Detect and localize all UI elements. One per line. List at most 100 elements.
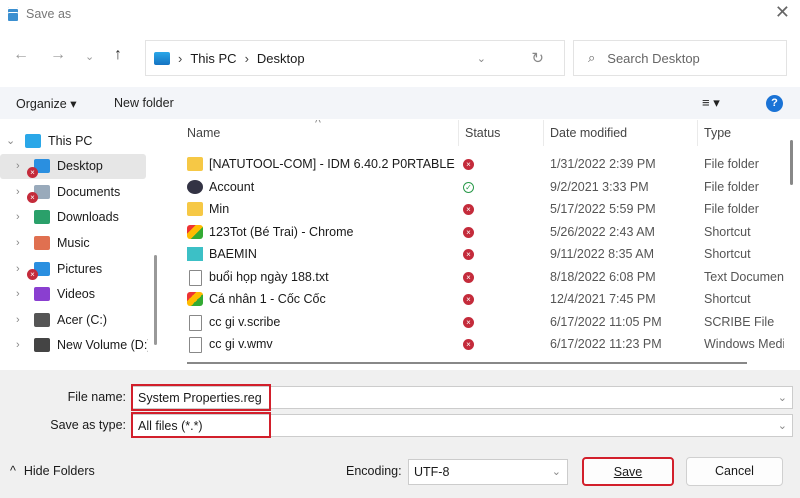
save-type-label-text: Save as type:	[50, 418, 126, 432]
file-name: cc gi v.wmv	[209, 337, 273, 351]
chevron-icon[interactable]: ›	[16, 288, 20, 300]
table-row[interactable]: cc gi v.wmv × 6/17/2022 11:23 PM Windows Me…	[165, 333, 785, 355]
chevron-icon[interactable]: ›	[16, 314, 20, 326]
refresh-icon[interactable]: ↻	[531, 49, 544, 67]
sidebar-item-this-pc[interactable]: ⌄ This PC	[0, 128, 146, 153]
recent-locations-button[interactable]: ⌄	[85, 50, 94, 63]
shortcut-icon	[187, 224, 203, 239]
table-row[interactable]: [NATUTOOL-COM] - IDM 6.40.2 P0RTABLE × 1/3…	[165, 153, 785, 175]
chevron-icon[interactable]: ›	[16, 237, 20, 249]
chevron-icon[interactable]: ›	[16, 186, 20, 198]
save-button[interactable]: Save	[582, 457, 674, 486]
file-list: ^ Name Status Date modified Type [NATUTO…	[165, 120, 785, 370]
column-header-type[interactable]: Type	[704, 126, 731, 140]
chevron-icon[interactable]: ›	[16, 160, 20, 172]
breadcrumb-this-pc[interactable]: This PC	[190, 51, 236, 66]
file-type: File folder	[704, 179, 759, 194]
sidebar-scrollbar[interactable]	[154, 255, 157, 345]
search-input[interactable]: ⌕ Search Desktop	[573, 40, 787, 76]
sidebar-item-acer-c-[interactable]: › Acer (C:)	[0, 307, 146, 332]
column-header-date[interactable]: Date modified	[550, 126, 627, 140]
file-name: Min	[209, 202, 230, 216]
sidebar-item-label: Desktop	[57, 159, 103, 174]
sidebar-item-label: Downloads	[57, 210, 119, 225]
sidebar-item-documents[interactable]: › × Documents	[0, 179, 146, 204]
chevron-down-icon[interactable]: ⌄	[778, 391, 787, 404]
forward-button[interactable]: →	[50, 46, 66, 64]
column-divider[interactable]	[697, 120, 698, 146]
breadcrumb-desktop[interactable]: Desktop	[257, 51, 305, 66]
folder-icon	[187, 157, 203, 171]
address-bar[interactable]: › This PC › Desktop ⌄ ↻	[145, 40, 565, 76]
highlight-box	[131, 384, 271, 411]
shortcut-icon	[187, 292, 203, 306]
chevron-down-icon[interactable]: ⌄	[778, 419, 787, 432]
folder-icon	[34, 338, 50, 353]
notepad-icon	[8, 7, 18, 21]
horizontal-scrollbar[interactable]	[187, 362, 747, 364]
table-row[interactable]: Min × 5/17/2022 5:59 PM File folder	[165, 198, 785, 220]
sync-error-icon: ×	[463, 316, 474, 328]
chevron-icon[interactable]: ›	[16, 263, 20, 275]
sidebar-item-pictures[interactable]: › × Pictures	[0, 256, 146, 281]
encoding-label: Encoding:	[346, 464, 402, 478]
table-row[interactable]: Cá nhân 1 - Cốc Cốc × 12/4/2021 7:45 PM Sho…	[165, 288, 785, 310]
sidebar-item-label: Pictures	[57, 261, 103, 276]
new-folder-button[interactable]: New folder	[114, 96, 174, 110]
file-icon	[189, 269, 202, 286]
column-divider[interactable]	[543, 120, 544, 146]
help-icon[interactable]: ?	[766, 94, 783, 112]
chevron-right-icon: ›	[178, 50, 183, 66]
hide-folders-button[interactable]: ^ Hide Folders	[10, 464, 95, 478]
table-row[interactable]: Account ✓ 9/2/2021 3:33 PM File folder	[165, 176, 785, 198]
error-badge-icon: ×	[27, 166, 38, 178]
encoding-select[interactable]: UTF-8 ⌄	[408, 459, 568, 485]
file-list-scrollbar[interactable]	[790, 140, 793, 185]
navigation-pane: ⌄ This PC › × Desktop › × Documents › Downloads › M…	[0, 120, 148, 370]
sidebar-item-label: Videos	[57, 287, 95, 302]
close-button[interactable]: ✕	[775, 2, 790, 23]
file-date: 9/11/2022 8:35 AM	[550, 247, 655, 261]
column-divider[interactable]	[458, 120, 459, 146]
back-button[interactable]: ←	[13, 46, 29, 64]
chevron-icon[interactable]: ›	[16, 211, 20, 223]
column-header-status[interactable]: Status	[465, 126, 500, 140]
table-row[interactable]: buổi họp ngày 188.txt × 8/18/2022 6:08 PM T…	[165, 266, 785, 288]
sidebar-item-new-volume-d-[interactable]: › New Volume (D:)	[0, 333, 148, 358]
sidebar-item-videos[interactable]: › Videos	[0, 282, 146, 307]
table-row[interactable]: cc gi v.scribe × 6/17/2022 11:05 PM SCRIBE …	[165, 311, 785, 333]
file-date: 9/2/2021 3:33 PM	[550, 179, 649, 194]
search-icon: ⌕	[588, 50, 596, 65]
file-date: 12/4/2021 7:45 PM	[550, 292, 656, 306]
file-type: Windows Media	[704, 337, 784, 351]
up-button[interactable]: ↑	[114, 46, 122, 64]
sidebar-item-label: Documents	[57, 184, 121, 199]
chevron-icon[interactable]: ›	[16, 339, 20, 351]
table-row[interactable]: BAEMIN × 9/11/2022 8:35 AM Shortcut	[165, 243, 785, 265]
folder-icon	[34, 312, 50, 327]
sidebar-item-desktop[interactable]: › × Desktop	[0, 153, 146, 179]
folder-icon	[34, 210, 50, 225]
sync-error-icon: ×	[463, 294, 474, 305]
file-icon	[189, 337, 202, 353]
sidebar-item-music[interactable]: › Music	[0, 230, 146, 255]
sync-error-icon: ×	[463, 249, 474, 260]
chevron-icon[interactable]: ⌄	[6, 134, 15, 147]
file-date: 6/17/2022 11:05 PM	[550, 314, 662, 329]
search-placeholder: Search Desktop	[607, 50, 700, 66]
sidebar-item-label: New Volume (D:)	[57, 338, 148, 353]
view-options-button[interactable]: ≡ ▾	[702, 95, 720, 111]
save-type-label: Save as type:	[20, 418, 126, 432]
sync-error-icon: ×	[463, 271, 474, 283]
cancel-button[interactable]: Cancel	[686, 457, 783, 486]
file-name: Cá nhân 1 - Cốc Cốc	[209, 292, 326, 306]
file-type: Shortcut	[704, 247, 751, 261]
organize-button[interactable]: Organize ▾	[16, 96, 76, 111]
window-title: Save as	[26, 7, 72, 21]
file-type: Shortcut	[704, 224, 751, 239]
folder-icon	[187, 202, 203, 216]
sidebar-item-downloads[interactable]: › Downloads	[0, 205, 146, 230]
chevron-down-icon[interactable]: ⌄	[477, 52, 486, 65]
column-header-name[interactable]: Name	[187, 126, 220, 140]
table-row[interactable]: 123Tot (Bé Trai) - Chrome × 5/26/2022 2:43…	[165, 221, 785, 243]
